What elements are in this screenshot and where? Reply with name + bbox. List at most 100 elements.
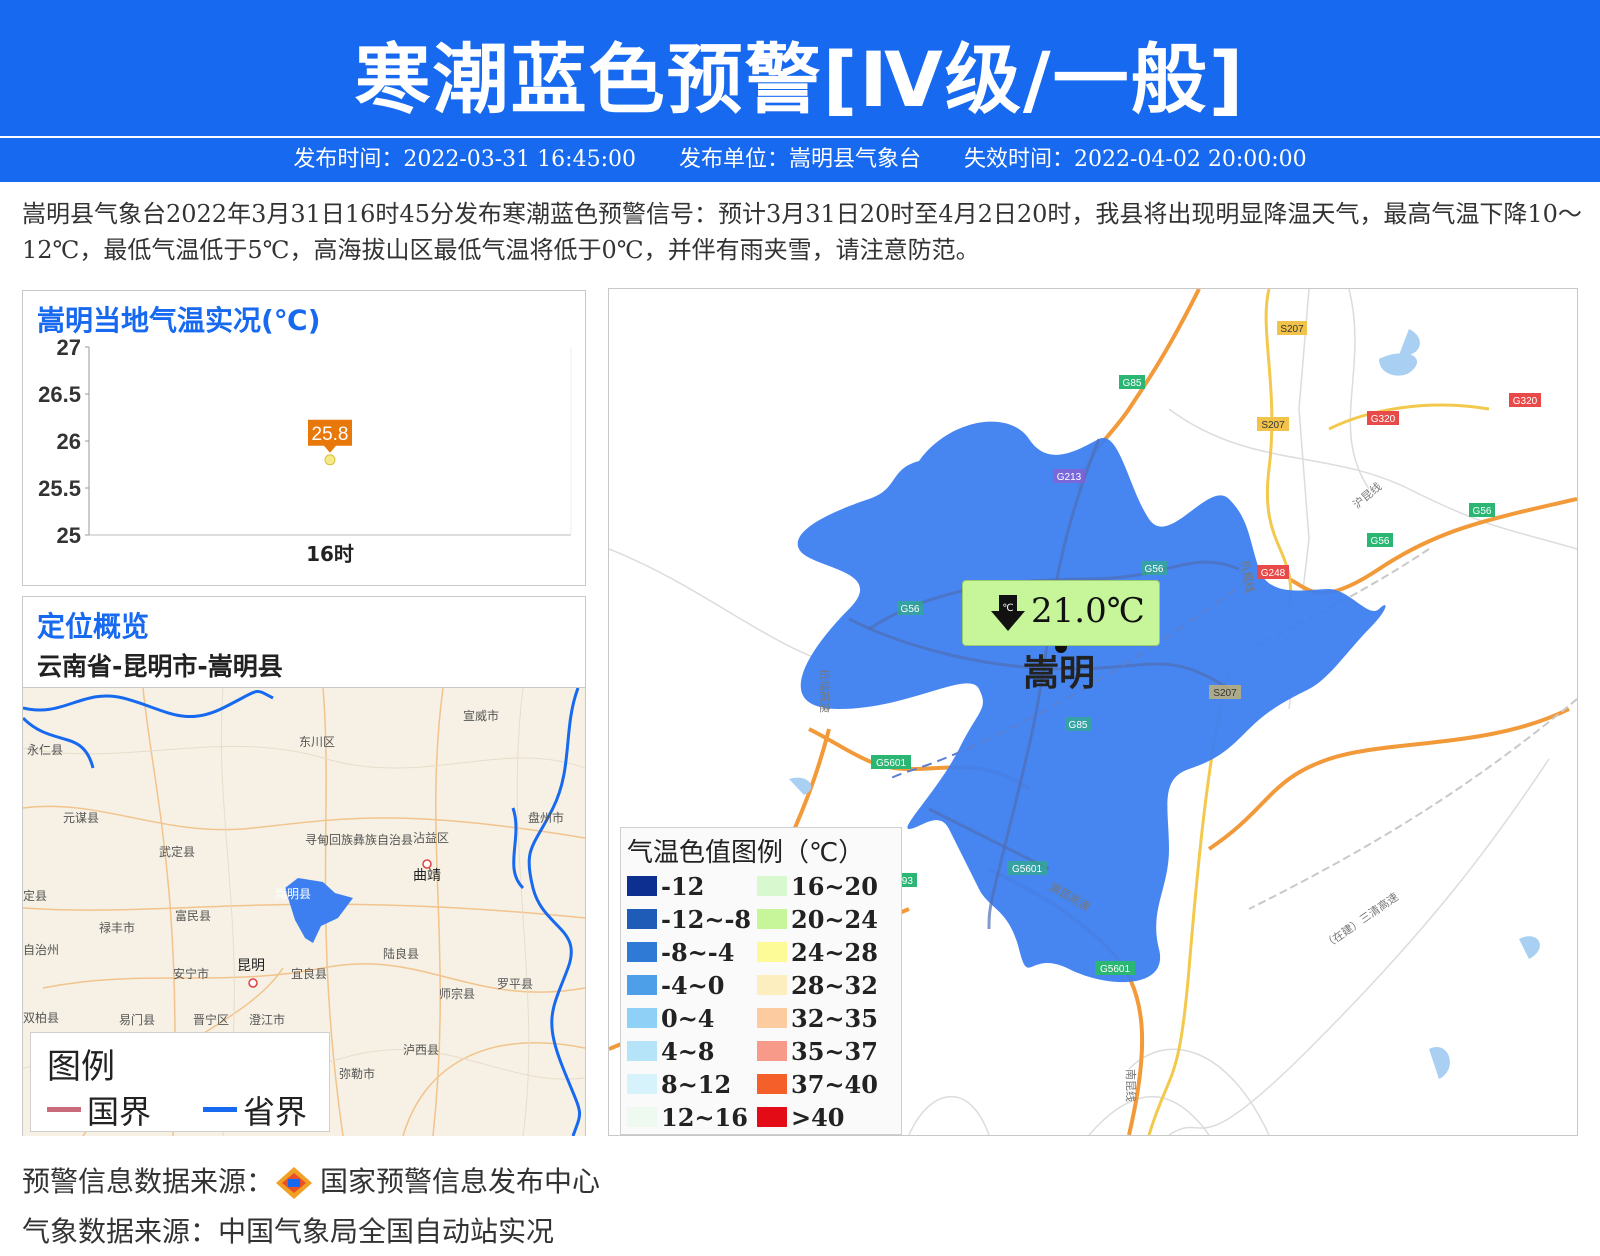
road-shield-label: G5601: [1100, 964, 1130, 975]
legend-label: 16~20: [791, 872, 878, 901]
weather-source-line: 气象数据来源：中国气象局全国自动站实况: [22, 1215, 555, 1248]
publisher: 发布单位：嵩明县气象台: [678, 147, 921, 172]
temperature-color-legend: 气温色值图例（℃） -12 -12~-8 -8~-4 -4~0 0~4 4~8 8~12 12…: [620, 827, 902, 1135]
county-name-label: 嵩明: [1023, 653, 1095, 694]
temperature-badge[interactable]: ℃ 21.0℃: [962, 580, 1160, 646]
map-label: 晋宁区: [193, 1012, 229, 1027]
legend-label: 0~4: [661, 1004, 715, 1033]
map-label: 嵩明县: [275, 887, 311, 901]
legend-swatch: [757, 1074, 787, 1094]
warning-source-label: 预警信息数据来源：: [22, 1165, 275, 1198]
meta-bar: 发布时间：2022-03-31 16:45:00 发布单位：嵩明县气象台 失效时…: [0, 138, 1600, 182]
data-label: 25.8: [312, 424, 349, 445]
legend-national-border-label: 国界: [87, 1093, 152, 1131]
legend-swatch: [757, 1041, 787, 1061]
legend-swatch: [757, 876, 787, 896]
legend-swatch: [627, 975, 657, 995]
map-label: 曲靖: [413, 867, 441, 883]
map-label: 昆明: [237, 957, 265, 973]
legend-swatch: [757, 942, 787, 962]
legend-label: 20~24: [791, 905, 878, 934]
overview-legend-title: 图例: [47, 1047, 115, 1087]
legend-label: >40: [791, 1103, 845, 1132]
road-shield-label: G56: [1371, 536, 1390, 547]
road-shield-label: G213: [1057, 472, 1082, 483]
road-shield-label: G85: [1123, 378, 1142, 389]
y-tick-label: 25: [57, 523, 81, 548]
map-label: 弥勒市: [339, 1066, 375, 1081]
warning-title: 寒潮蓝色预警[Ⅳ级/一般]: [354, 35, 1246, 124]
map-label: 永仁县: [27, 743, 63, 757]
legend-province-border-label: 省界: [243, 1093, 308, 1131]
arrow-down-celsius-icon: ℃: [991, 595, 1025, 631]
legend-label: 32~35: [791, 1004, 878, 1033]
road-shield-label: G5601: [876, 758, 906, 769]
map-label: 寻甸回族彝族自治县: [305, 832, 413, 847]
legend-label: -12~-8: [661, 905, 752, 934]
map-label: 东川区: [299, 735, 335, 749]
road-shield-label: G320: [1371, 414, 1396, 425]
legend-swatch: [627, 909, 657, 929]
road-shield-label: G5601: [1012, 864, 1042, 875]
legend-swatch: [627, 1107, 657, 1127]
y-tick-label: 26.5: [38, 382, 81, 407]
temperature-legend-title: 气温色值图例（℃）: [627, 838, 865, 868]
publish-time: 发布时间：2022-03-31 16:45:00: [293, 147, 636, 172]
road-shield-label: S207: [1213, 688, 1237, 699]
legend-swatch: [627, 876, 657, 896]
legend-label: 37~40: [791, 1070, 878, 1099]
map-label: 定县: [23, 888, 47, 903]
legend-label: 8~12: [661, 1070, 732, 1099]
legend-swatch: [627, 1041, 657, 1061]
y-tick-label: 27: [57, 335, 81, 360]
legend-swatch: [757, 1008, 787, 1028]
y-tick-label: 25.5: [38, 476, 81, 501]
map-label: 双柏县: [23, 1010, 59, 1025]
legend-label: 4~8: [661, 1037, 715, 1066]
map-label: 澄江市: [249, 1012, 285, 1027]
title-bar: 寒潮蓝色预警[Ⅳ级/一般]: [0, 0, 1600, 136]
temp-chart-title: 嵩明当地气温实况(℃): [37, 304, 321, 337]
y-tick-label: 26: [57, 429, 81, 454]
legend-swatch: [757, 1107, 787, 1127]
legend-province-border-line: [203, 1107, 237, 1112]
legend-swatch: [757, 909, 787, 929]
legend-swatch: [627, 1074, 657, 1094]
road-name-label: 杭瑞高速: [818, 669, 832, 713]
svg-text:℃: ℃: [1002, 603, 1013, 614]
legend-label: 35~37: [791, 1037, 878, 1066]
map-label: 宣威市: [463, 708, 499, 723]
road-shield-label: G85: [1069, 720, 1088, 731]
map-label: 罗平县: [497, 977, 533, 991]
map-label: 禄丰市: [99, 920, 135, 935]
legend-swatch: [757, 975, 787, 995]
map-label: 沾益区: [413, 831, 449, 845]
legend-national-border-line: [47, 1107, 81, 1112]
legend-label: -12: [661, 872, 705, 901]
warning-center-logo-icon: [276, 1167, 313, 1199]
temperature-value: 21.0℃: [1031, 591, 1145, 631]
data-point: [324, 454, 336, 466]
map-label: 盘州市: [528, 810, 564, 825]
temp-chart-panel: 嵩明当地气温实况(℃) 27 26.5 26 25.5 25 16时 25.8: [22, 290, 586, 586]
warning-center-name[interactable]: 国家预警信息发布中心: [320, 1165, 600, 1198]
legend-label: 28~32: [791, 971, 878, 1000]
map-label: 富民县: [175, 908, 211, 923]
road-shield-label: S207: [1261, 420, 1285, 431]
legend-label: -8~-4: [661, 938, 735, 967]
temp-chart: 27 26.5 26 25.5 25 16时 25.8: [38, 335, 572, 566]
road-shield-label: G320: [1513, 396, 1538, 407]
expire-time: 失效时间：2022-04-02 20:00:00: [964, 147, 1307, 172]
road-shield-label: G56: [1473, 506, 1492, 517]
legend-label: 12~16: [661, 1103, 748, 1132]
map-label: 易门县: [119, 1012, 155, 1027]
x-tick-label: 16时: [306, 542, 354, 566]
legend-swatch: [627, 1008, 657, 1028]
map-label: 武定县: [159, 844, 195, 859]
legend-label: -4~0: [661, 971, 725, 1000]
road-shield-label: G56: [901, 604, 920, 615]
map-label: 自治州: [23, 943, 59, 957]
road-shield-label: G248: [1261, 568, 1286, 579]
warning-source-line: 预警信息数据来源： 国家预警信息发布中心: [22, 1160, 600, 1201]
road-shield-label: G56: [1145, 564, 1164, 575]
